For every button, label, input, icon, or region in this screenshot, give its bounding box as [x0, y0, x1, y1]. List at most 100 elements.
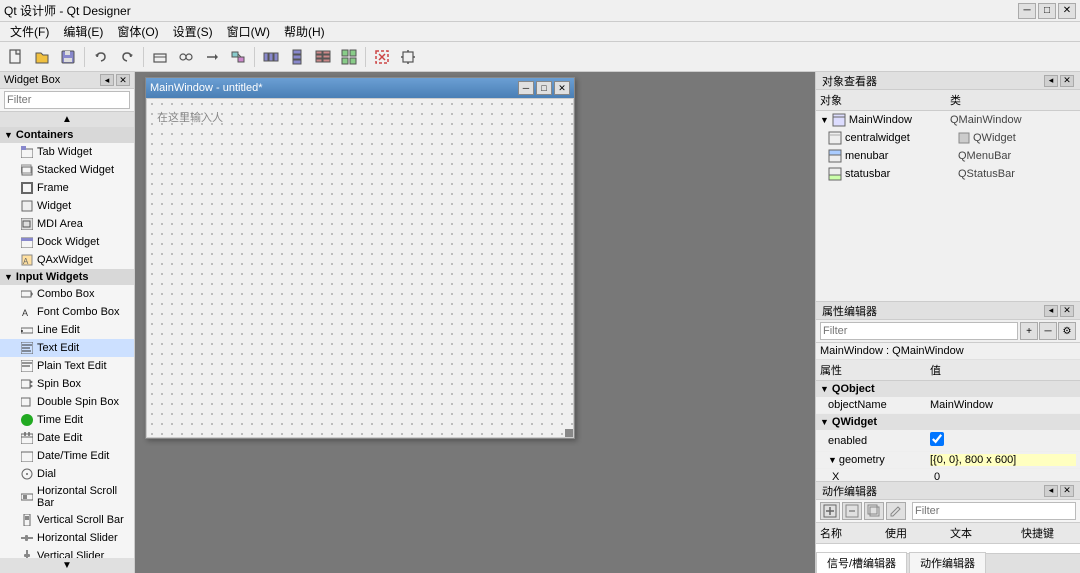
tab-order-button[interactable]	[226, 45, 250, 69]
prop-filter-config-btn[interactable]: ⚙	[1058, 322, 1076, 340]
form-canvas[interactable]: 在这里输入人	[146, 98, 574, 438]
action-col-used: 使用	[885, 525, 950, 541]
widget-widget[interactable]: Widget	[0, 197, 134, 215]
maximize-button[interactable]: □	[1038, 3, 1056, 19]
tab-action-editor[interactable]: 动作编辑器	[909, 552, 986, 573]
form-minimize-btn[interactable]: ─	[518, 81, 534, 95]
double-spin-icon	[20, 395, 34, 409]
close-button[interactable]: ✕	[1058, 3, 1076, 19]
prop-group-qwidget[interactable]: ▼ QWidget	[816, 414, 1080, 430]
tree-row-centralwidget[interactable]: centralwidget QWidget	[816, 129, 1080, 147]
widget-filter-input[interactable]	[4, 91, 130, 109]
tree-row-statusbar[interactable]: statusbar QStatusBar	[816, 165, 1080, 183]
form-window-title: MainWindow - untitled*	[150, 82, 263, 94]
enabled-checkbox[interactable]	[930, 432, 944, 446]
canvas-area[interactable]: MainWindow - untitled* ─ □ ✕ 在这里输入人	[135, 72, 815, 573]
action-editor-header: 动作编辑器 ◂ ✕	[816, 482, 1080, 500]
buddy-button[interactable]	[200, 45, 224, 69]
action-new-btn[interactable]	[820, 502, 840, 520]
category-containers[interactable]: ▼ Containers	[0, 127, 134, 143]
widget-vertical-slider[interactable]: Vertical Slider	[0, 547, 134, 558]
widget-box-float-btn[interactable]: ◂	[100, 74, 114, 86]
widget-datetime-edit[interactable]: Date/Time Edit	[0, 447, 134, 465]
prop-row-x[interactable]: X 0	[816, 469, 1080, 481]
action-filter-input[interactable]	[912, 502, 1076, 520]
form-close-btn[interactable]: ✕	[554, 81, 570, 95]
action-edit-btn[interactable]	[886, 502, 906, 520]
signal-slot-button[interactable]	[174, 45, 198, 69]
menu-file[interactable]: 文件(F)	[4, 21, 55, 42]
widget-dial[interactable]: Dial	[0, 465, 134, 483]
property-filter-input[interactable]	[820, 322, 1018, 340]
object-inspector-float-btn[interactable]: ◂	[1044, 75, 1058, 87]
widget-horizontal-scrollbar[interactable]: Horizontal Scroll Bar	[0, 483, 134, 511]
widget-date-edit[interactable]: Date Edit	[0, 429, 134, 447]
widget-editor-button[interactable]	[148, 45, 172, 69]
widget-box-close-btn[interactable]: ✕	[116, 74, 130, 86]
widget-frame[interactable]: Frame	[0, 179, 134, 197]
widget-spin-box[interactable]: Spin Box	[0, 375, 134, 393]
widget-font-combo-box[interactable]: A Font Combo Box	[0, 303, 134, 321]
widget-mdi-area[interactable]: MDI Area	[0, 215, 134, 233]
widget-vertical-scrollbar[interactable]: Vertical Scroll Bar	[0, 511, 134, 529]
open-button[interactable]	[30, 45, 54, 69]
save-button[interactable]	[56, 45, 80, 69]
widget-plain-text-edit[interactable]: Plain Text Edit	[0, 357, 134, 375]
menu-edit[interactable]: 编辑(E)	[57, 21, 109, 42]
new-button[interactable]	[4, 45, 28, 69]
form-maximize-btn[interactable]: □	[536, 81, 552, 95]
tree-row-mainwindow[interactable]: ▼ MainWindow QMainWindow	[816, 111, 1080, 129]
qwidget-label: QWidget	[832, 416, 877, 428]
widget-horizontal-slider[interactable]: Horizontal Slider	[0, 529, 134, 547]
prop-filter-add-btn[interactable]: +	[1020, 322, 1038, 340]
action-editor-float-btn[interactable]: ◂	[1044, 485, 1058, 497]
datetime-label: Date/Time Edit	[37, 450, 109, 462]
adjust-size-button[interactable]	[396, 45, 420, 69]
property-editor: 属性编辑器 ◂ ✕ + ─ ⚙ MainWindow : QMainWindow…	[816, 302, 1080, 482]
menu-help[interactable]: 帮助(H)	[278, 21, 331, 42]
widget-tab-widget[interactable]: Tab Widget	[0, 143, 134, 161]
property-editor-close-btn[interactable]: ✕	[1060, 305, 1074, 317]
widget-icon	[20, 199, 34, 213]
containers-label: Containers	[16, 129, 73, 141]
scroll-up-arrow[interactable]: ▲	[0, 112, 134, 127]
category-input-widgets[interactable]: ▼ Input Widgets	[0, 269, 134, 285]
action-editor-close-btn[interactable]: ✕	[1060, 485, 1074, 497]
action-copy-btn[interactable]	[864, 502, 884, 520]
widget-qaxwidget[interactable]: A QAxWidget	[0, 251, 134, 269]
scroll-down-arrow[interactable]: ▼	[0, 558, 134, 573]
action-col-text: 文本	[950, 525, 1021, 541]
prop-row-objectname[interactable]: objectName MainWindow	[816, 397, 1080, 414]
widget-line-edit[interactable]: Line Edit	[0, 321, 134, 339]
break-layout-button[interactable]	[370, 45, 394, 69]
menu-form[interactable]: 窗体(O)	[111, 21, 164, 42]
prop-row-geometry[interactable]: ▼ geometry [{0, 0}, 800 x 600]	[816, 452, 1080, 469]
widget-combo-box[interactable]: Combo Box	[0, 285, 134, 303]
form-resize-handle[interactable]	[565, 429, 573, 437]
minimize-button[interactable]: ─	[1018, 3, 1036, 19]
object-inspector-close-btn[interactable]: ✕	[1060, 75, 1074, 87]
action-delete-btn[interactable]	[842, 502, 862, 520]
widget-time-edit[interactable]: Time Edit	[0, 411, 134, 429]
property-editor-float-btn[interactable]: ◂	[1044, 305, 1058, 317]
widget-text-edit[interactable]: Text Edit	[0, 339, 134, 357]
prop-row-enabled[interactable]: enabled	[816, 430, 1080, 452]
prop-filter-buttons: + ─ ⚙	[1020, 322, 1076, 340]
tree-row-menubar[interactable]: menubar QMenuBar	[816, 147, 1080, 165]
svg-text:A: A	[23, 257, 29, 266]
layout-v-button[interactable]	[285, 45, 309, 69]
prop-filter-reset-btn[interactable]: ─	[1039, 322, 1057, 340]
undo-button[interactable]	[89, 45, 113, 69]
widget-dock-widget[interactable]: Dock Widget	[0, 233, 134, 251]
widget-double-spin-box[interactable]: Double Spin Box	[0, 393, 134, 411]
enabled-val[interactable]	[930, 432, 1076, 449]
menu-window[interactable]: 窗口(W)	[221, 21, 276, 42]
layout-grid-button[interactable]	[337, 45, 361, 69]
prop-group-qobject[interactable]: ▼ QObject	[816, 381, 1080, 397]
tab-signal-slot[interactable]: 信号/槽编辑器	[816, 552, 907, 573]
layout-h-button[interactable]	[259, 45, 283, 69]
widget-stacked-widget[interactable]: Stacked Widget	[0, 161, 134, 179]
menu-settings[interactable]: 设置(S)	[167, 21, 219, 42]
layout-form-button[interactable]	[311, 45, 335, 69]
redo-button[interactable]	[115, 45, 139, 69]
